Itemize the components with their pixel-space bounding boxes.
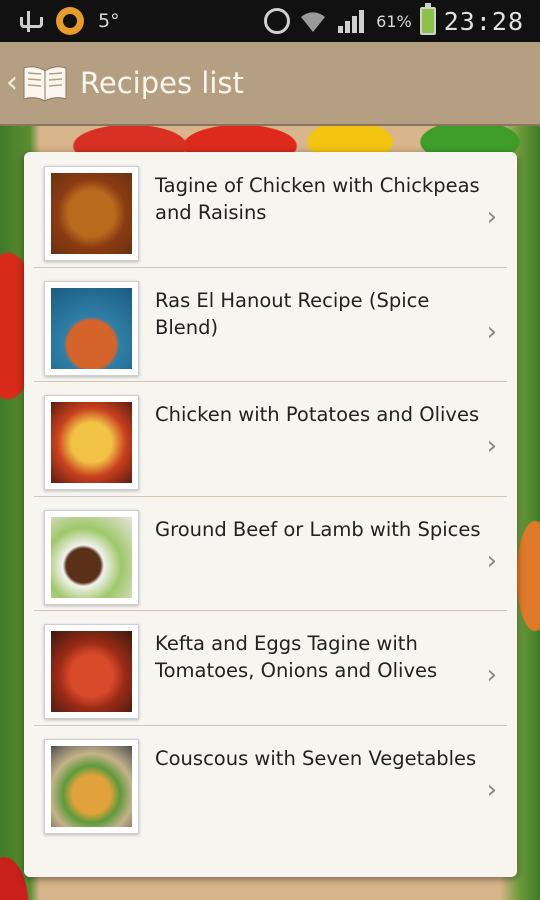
temperature: 5° <box>98 10 120 32</box>
chevron-right-icon: › <box>486 316 497 347</box>
recipe-title: Couscous with Seven Vegetables <box>155 746 477 770</box>
recipes-list: Tagine of Chicken with Chickpeas and Rai… <box>24 152 517 877</box>
recipe-title: Tagine of Chicken with Chickpeas and Rai… <box>155 174 480 224</box>
recipe-title: Kefta and Eggs Tagine with Tomatoes, Oni… <box>155 632 438 682</box>
status-bar: 5° 61% 23:28 <box>0 0 540 42</box>
recipe-title: Ras El Hanout Recipe (Spice Blend) <box>155 288 430 339</box>
signal-icon <box>338 10 365 33</box>
action-bar: ‹ Recipes list <box>0 42 540 126</box>
back-button[interactable]: ‹ <box>0 42 68 124</box>
recipe-thumbnail <box>44 509 139 605</box>
battery-charging-icon <box>419 3 436 35</box>
recipe-thumbnail <box>44 738 139 834</box>
recipe-item-ground-beef[interactable]: Ground Beef or Lamb with Spices › <box>24 495 517 611</box>
chevron-left-icon: ‹ <box>6 65 18 100</box>
wifi-icon <box>301 12 326 32</box>
recipe-item-chicken-potatoes[interactable]: Chicken with Potatoes and Olives › <box>24 381 517 496</box>
page-title: Recipes list <box>80 66 244 100</box>
recipe-thumbnail <box>44 166 139 261</box>
recipe-thumbnail <box>44 624 139 719</box>
clock: 23:28 <box>443 6 524 36</box>
recipe-title: Ground Beef or Lamb with Spices <box>155 517 481 541</box>
open-book-icon <box>23 66 67 102</box>
recipe-item-couscous[interactable]: Couscous with Seven Vegetables › <box>24 724 517 840</box>
chevron-right-icon: › <box>486 202 497 232</box>
recipe-thumbnail <box>44 280 139 376</box>
app-notification-icon <box>56 7 84 35</box>
battery-percent: 61% <box>376 11 412 31</box>
recipe-item-kefta-eggs[interactable]: Kefta and Eggs Tagine with Tomatoes, Oni… <box>24 610 517 725</box>
chevron-right-icon: › <box>486 545 497 576</box>
chevron-right-icon: › <box>486 774 497 805</box>
chevron-right-icon: › <box>486 431 497 461</box>
chevron-right-icon: › <box>486 660 497 690</box>
recipe-item-ras-el-hanout[interactable]: Ras El Hanout Recipe (Spice Blend) › <box>24 266 517 382</box>
recipe-item-tagine-chicken[interactable]: Tagine of Chicken with Chickpeas and Rai… <box>24 152 517 267</box>
recipe-thumbnail <box>44 395 139 490</box>
usb-icon <box>16 8 43 34</box>
recipe-title: Chicken with Potatoes and Olives <box>155 403 480 426</box>
alarm-icon <box>264 8 291 34</box>
